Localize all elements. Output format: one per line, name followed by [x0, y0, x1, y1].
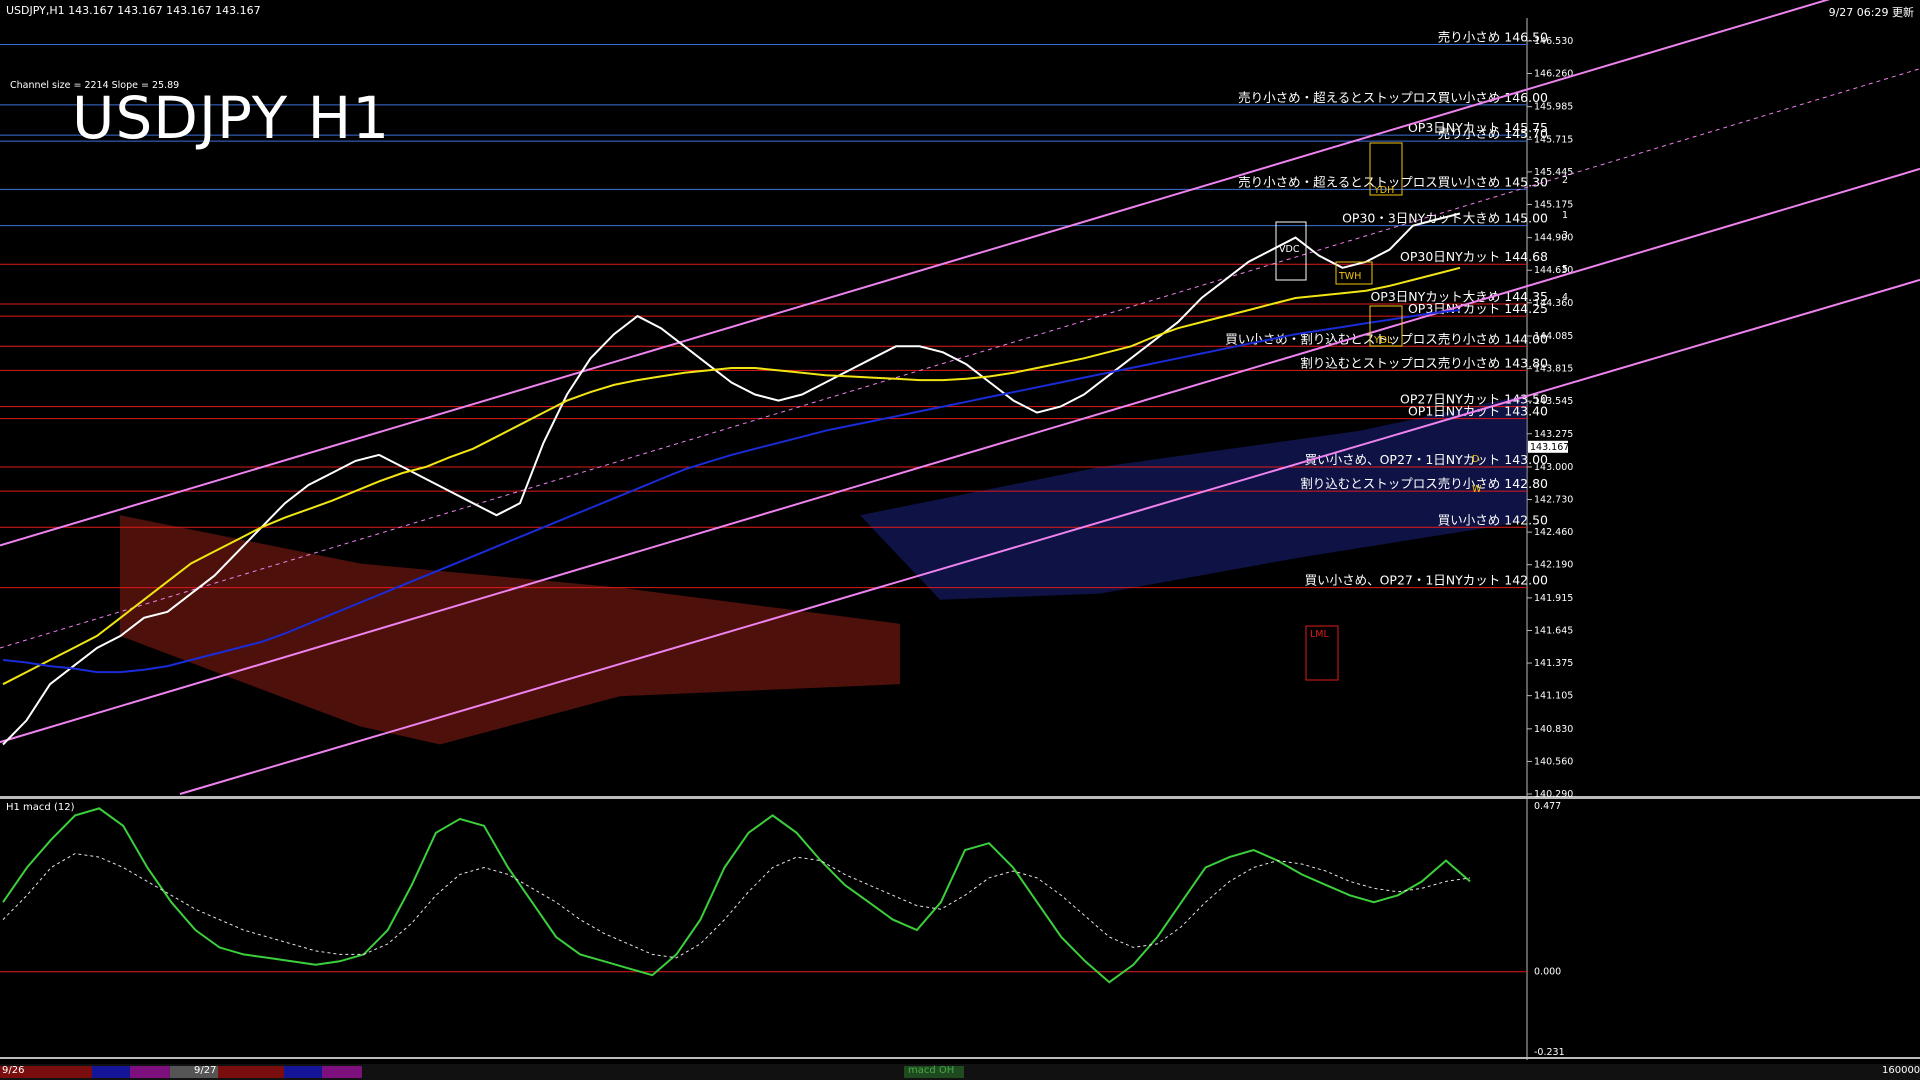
date-label-2: 9/27 — [194, 1065, 217, 1076]
date-label-1: 9/26 — [2, 1065, 25, 1076]
wave-n2: 2 — [1562, 175, 1568, 186]
channel-line — [0, 0, 1831, 547]
panel-separator — [0, 1057, 1920, 1059]
level-label: 売り小さめ 146.50 — [1438, 30, 1548, 45]
wave-n4: 4 — [1562, 292, 1568, 303]
macd-tick-label: -0.231 — [1534, 1047, 1565, 1058]
lml-box-label: LML — [1310, 629, 1329, 640]
wave-n3: 3 — [1562, 230, 1568, 241]
price-tick-label: 142.730 — [1534, 495, 1573, 506]
price-tick-label: 142.460 — [1534, 527, 1573, 538]
current-price-label: 143.167 — [1530, 442, 1569, 453]
ydl-box-label: YDL — [1373, 335, 1393, 346]
level-label: 割り込むとストップロス売り小さめ 142.80 — [1300, 476, 1548, 491]
w-label: W — [1472, 484, 1482, 495]
channel-line — [179, 278, 1920, 795]
price-tick-label: 143.000 — [1534, 462, 1573, 473]
price-tick-label: 140.290 — [1534, 789, 1573, 800]
price-tick-label: 145.715 — [1534, 134, 1573, 145]
date-segment — [284, 1066, 322, 1078]
level-label: 買い小さめ、OP27・1日NYカット 142.00 — [1305, 573, 1548, 588]
d-label: D — [1472, 454, 1479, 465]
price-tick-label: 144.085 — [1534, 331, 1573, 342]
price-tick-label: 141.645 — [1534, 625, 1573, 636]
price-tick-label: 145.985 — [1534, 102, 1573, 113]
level-label: 割り込むとストップロス売り小さめ 143.80 — [1300, 355, 1548, 370]
symbol-info: USDJPY,H1 143.167 143.167 143.167 143.16… — [6, 4, 261, 17]
level-label: OP30日NYカット 144.68 — [1400, 249, 1548, 264]
price-tick-label: 141.375 — [1534, 658, 1573, 669]
twh-box-label: TWH — [1338, 271, 1361, 282]
date-segment — [92, 1066, 130, 1078]
channel-line — [0, 167, 1920, 744]
date-segment — [218, 1066, 284, 1078]
chart-terminal: 売り小さめ 146.50 売り小さめ・超えるとストップロス買い小さめ 146.00… — [0, 0, 1920, 1080]
price-tick-label: 143.275 — [1534, 429, 1573, 440]
price-tick-label: 141.105 — [1534, 691, 1573, 702]
panel-separator — [0, 796, 1920, 799]
date-segment — [322, 1066, 362, 1078]
macd-tab[interactable]: macd OH — [908, 1065, 954, 1076]
vdc-box-label: VDC — [1279, 244, 1300, 255]
macd-line — [2, 807, 1471, 984]
macd-signal-line — [2, 853, 1471, 959]
price-tick-label: 141.915 — [1534, 593, 1573, 604]
wave-n5: 5 — [1562, 264, 1568, 275]
bottom-right-value: 160000 — [1882, 1065, 1920, 1076]
ydh-box-label: YDH — [1373, 185, 1394, 196]
macd-label: H1 macd (12) — [6, 802, 75, 813]
macd-tick-label: 0.000 — [1534, 967, 1561, 978]
ichimoku-cloud — [120, 515, 900, 745]
price-tick-label: 145.175 — [1534, 199, 1573, 210]
macd-tick-label: 0.477 — [1534, 801, 1561, 812]
chart-svg[interactable]: 売り小さめ 146.50売り小さめ・超えるとストップロス買い小さめ 146.00… — [0, 0, 1920, 1080]
price-tick-label: 140.560 — [1534, 756, 1573, 767]
price-tick-label: 140.830 — [1534, 724, 1573, 735]
price-tick-label: 143.545 — [1534, 396, 1573, 407]
chart-title: USDJPY H1 — [72, 84, 391, 152]
level-label: 買い小さめ、OP27・1日NYカット 143.00 — [1305, 452, 1548, 467]
price-tick-label: 146.530 — [1534, 36, 1573, 47]
price-tick-label: 143.815 — [1534, 364, 1573, 375]
price-tick-label: 142.190 — [1534, 560, 1573, 571]
wave-n1: 1 — [1562, 210, 1568, 221]
date-segment — [130, 1066, 170, 1078]
update-time: 9/27 06:29 更新 — [1828, 6, 1914, 19]
level-label: 買い小さめ 142.50 — [1438, 512, 1548, 527]
